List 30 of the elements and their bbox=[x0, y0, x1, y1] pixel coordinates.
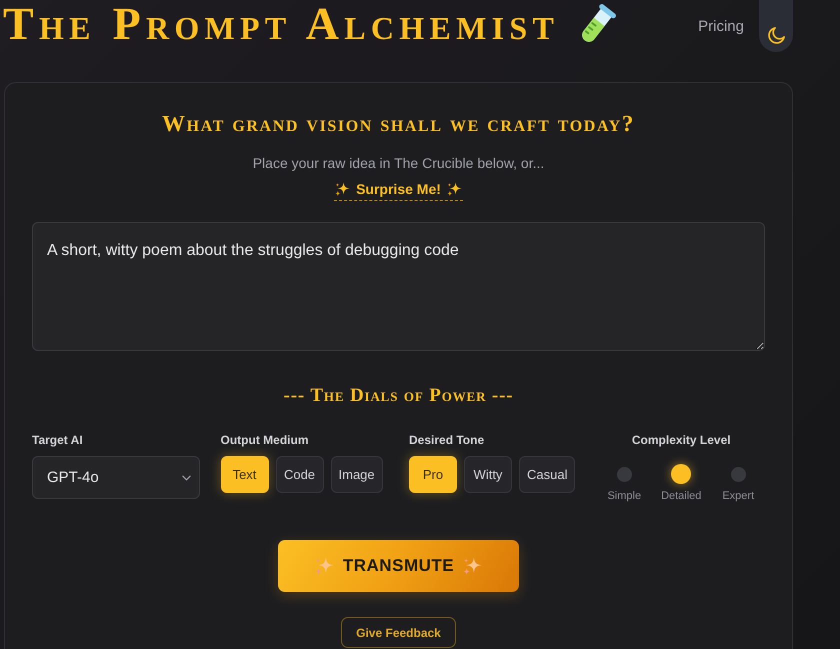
complexity-option[interactable]: Expert bbox=[714, 456, 763, 503]
surprise-link[interactable]: Surprise Me! bbox=[334, 180, 463, 201]
option-button[interactable]: Witty bbox=[464, 456, 512, 493]
transmute-button[interactable]: TRANSMUTE bbox=[278, 540, 519, 592]
field-label: Output Medium bbox=[220, 432, 310, 448]
target-ai-dropdown[interactable]: GPT-4o bbox=[32, 456, 200, 499]
idea-input-field[interactable]: A short, witty poem about the struggles of debugging code bbox=[32, 222, 765, 351]
complexity-option[interactable]: Detailed bbox=[656, 456, 706, 503]
chevron-down-icon bbox=[182, 474, 190, 480]
sparkle-icon bbox=[463, 556, 482, 576]
sparkle-icon bbox=[446, 182, 462, 196]
option-button[interactable]: Casual bbox=[519, 456, 576, 493]
complexity-option[interactable]: Simple bbox=[600, 456, 649, 503]
sparkle-icon bbox=[314, 556, 334, 576]
option-button[interactable]: Text bbox=[220, 456, 268, 493]
nav-link[interactable]: Pricing bbox=[698, 18, 744, 34]
field-label: Desired Tone bbox=[409, 432, 486, 448]
app-title: The Prompt Alchemist bbox=[3, 1, 560, 47]
section-heading: What grand vision shall we craft today? bbox=[162, 111, 635, 137]
option-button[interactable]: Code bbox=[276, 456, 324, 493]
field-label: Complexity Level bbox=[630, 432, 732, 448]
moon-icon bbox=[766, 26, 786, 45]
feedback-button[interactable]: Give Feedback bbox=[341, 617, 456, 648]
option-button[interactable]: Image bbox=[330, 456, 383, 493]
section-heading: --- The Dials of Power --- bbox=[282, 384, 514, 408]
option-button[interactable]: Pro bbox=[409, 456, 457, 493]
intro-text: Place your raw idea in The Crucible below, or... bbox=[252, 154, 544, 173]
field-label: Target AI bbox=[32, 432, 84, 448]
theme-toggle-button[interactable] bbox=[759, 0, 793, 52]
sparkle-icon bbox=[335, 182, 350, 196]
